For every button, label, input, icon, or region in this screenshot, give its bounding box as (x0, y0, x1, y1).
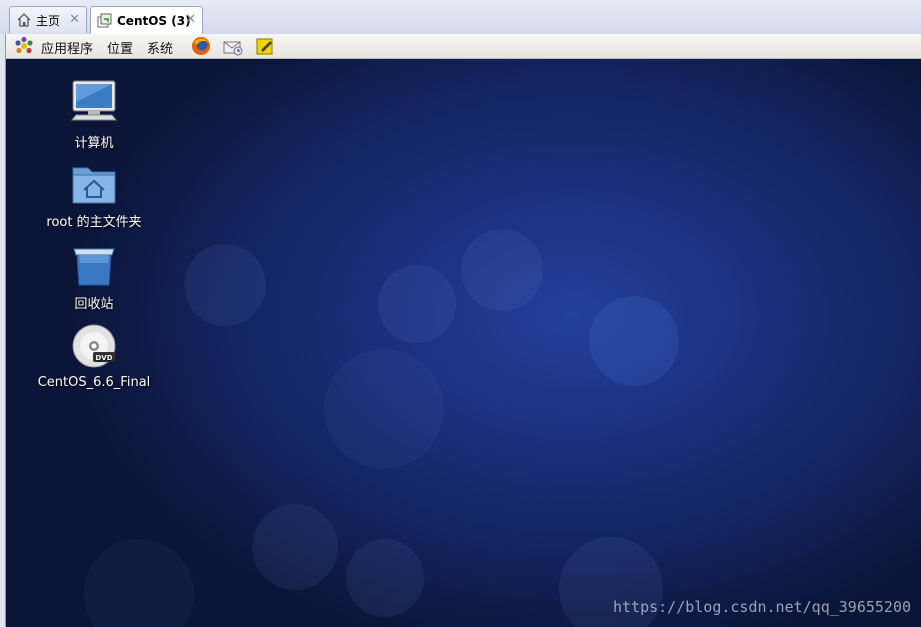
trash-icon (29, 243, 159, 291)
desktop-icon-dvd[interactable]: DVD CentOS_6.6_Final (29, 323, 159, 390)
mail-icon[interactable] (223, 36, 243, 56)
tab-centos[interactable]: CentOS (3) ✕ (90, 6, 203, 34)
svg-text:DVD: DVD (95, 354, 112, 362)
wallpaper-bubble (252, 504, 338, 590)
menu-places[interactable]: 位置 (107, 38, 133, 57)
menu-system[interactable]: 系统 (147, 38, 173, 57)
desktop-icon-computer[interactable]: 计算机 (29, 80, 159, 151)
desktop[interactable]: 计算机 root 的主文件夹 回收站 DVD CentOS_6.6_Final … (6, 59, 921, 627)
desktop-icon-trash[interactable]: 回收站 (29, 243, 159, 312)
wallpaper-bubble (589, 296, 679, 386)
desktop-icon-label: CentOS_6.6_Final (37, 375, 151, 390)
close-icon[interactable]: ✕ (185, 12, 196, 27)
dvd-icon: DVD (29, 323, 159, 373)
tab-centos-label: CentOS (3) (117, 13, 191, 28)
wallpaper-bubble (378, 265, 456, 343)
notes-icon[interactable] (255, 36, 275, 56)
desktop-icon-label: 回收站 (74, 297, 114, 312)
firefox-icon[interactable] (191, 36, 211, 56)
wallpaper-bubble (461, 229, 543, 311)
menu-applications[interactable]: 应用程序 (41, 38, 93, 57)
desktop-icon-home-folder[interactable]: root 的主文件夹 (29, 163, 159, 230)
gnome-top-panel: 应用程序 位置 系统 (6, 34, 921, 59)
computer-icon (29, 80, 159, 130)
wallpaper-bubble (346, 539, 424, 617)
desktop-icon-label: root 的主文件夹 (46, 215, 142, 230)
gnome-foot-icon (14, 36, 34, 56)
watermark: https://blog.csdn.net/qq_39655200 (612, 598, 911, 616)
desktop-icon-label: 计算机 (74, 136, 114, 151)
wallpaper-bubble (324, 349, 444, 469)
home-folder-icon (29, 163, 159, 209)
tab-home[interactable]: 主页 ✕ (9, 6, 87, 33)
vm-icon (97, 13, 113, 29)
vm-tab-bar: 主页 ✕ CentOS (3) ✕ (0, 0, 921, 35)
close-icon[interactable]: ✕ (69, 12, 80, 27)
home-icon (16, 12, 32, 28)
wallpaper-bubble (184, 244, 266, 326)
wallpaper-bubble (84, 539, 194, 627)
tab-home-label: 主页 (36, 13, 61, 28)
